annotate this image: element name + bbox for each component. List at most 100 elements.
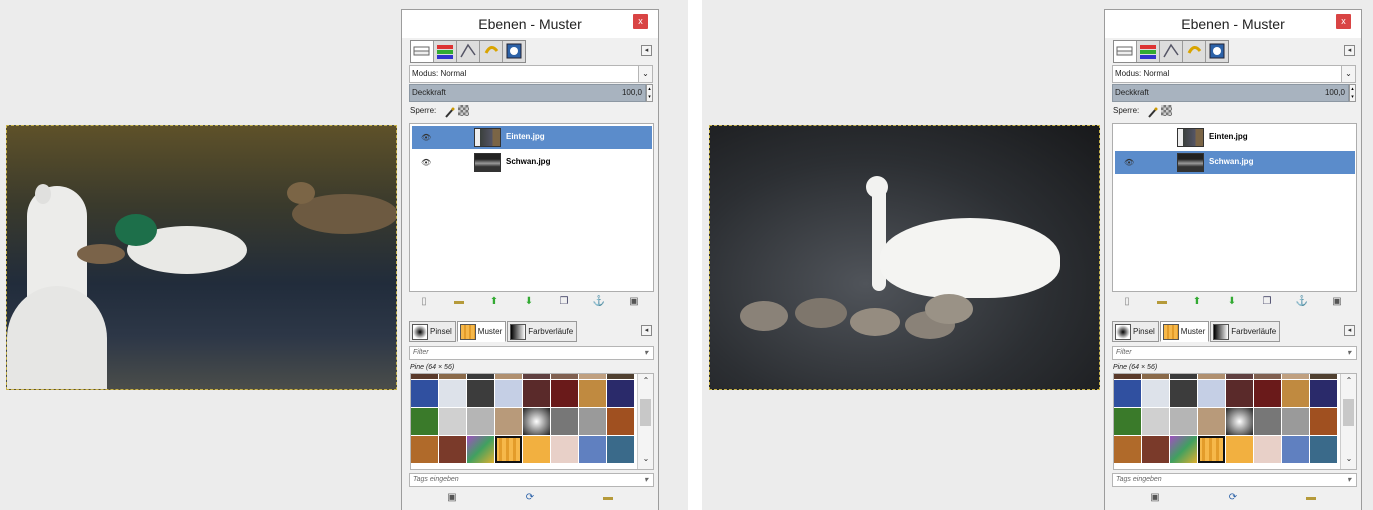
configure-tab-button[interactable]: ◂: [641, 325, 652, 336]
pattern-cell[interactable]: [1310, 380, 1337, 407]
paths-tab-icon[interactable]: [457, 41, 480, 62]
pattern-cell[interactable]: [579, 380, 606, 407]
tab-farbverlaeufe[interactable]: Farbverläufe: [1210, 321, 1281, 342]
pattern-cell[interactable]: [1170, 374, 1197, 379]
open-folder-icon[interactable]: ▬: [601, 492, 615, 504]
lock-pixels-icon[interactable]: [444, 105, 455, 118]
new-group-icon[interactable]: ▬: [1155, 296, 1169, 308]
eye-icon[interactable]: 👁: [1124, 158, 1134, 167]
anchor-icon[interactable]: ⚓: [592, 296, 606, 308]
delete-icon[interactable]: ▣: [627, 296, 641, 308]
lock-alpha-icon[interactable]: [458, 105, 469, 116]
pattern-cell[interactable]: [1142, 436, 1169, 463]
pattern-cell[interactable]: [551, 436, 578, 463]
open-folder-icon[interactable]: ▬: [1304, 492, 1318, 504]
pattern-cell[interactable]: [523, 408, 550, 435]
chevron-down-icon[interactable]: ⌄: [1341, 454, 1356, 463]
opacity-slider[interactable]: Deckkraft 100,0: [409, 84, 646, 102]
pattern-cell[interactable]: [1254, 374, 1281, 379]
pattern-cell[interactable]: [467, 408, 494, 435]
new-group-icon[interactable]: ▬: [452, 296, 466, 308]
raise-layer-icon[interactable]: ⬆: [1190, 296, 1204, 308]
pattern-cell[interactable]: [439, 436, 466, 463]
chevron-up-icon[interactable]: ⌃: [638, 376, 653, 385]
pattern-cell[interactable]: [1114, 380, 1141, 407]
pattern-cell[interactable]: [1310, 408, 1337, 435]
pattern-cell[interactable]: [1170, 408, 1197, 435]
pattern-cell[interactable]: [1282, 436, 1309, 463]
opacity-spinner[interactable]: ▴ ▾: [1349, 84, 1356, 102]
pattern-cell[interactable]: [1170, 436, 1197, 463]
pattern-cell[interactable]: [607, 436, 634, 463]
pattern-cell[interactable]: [411, 408, 438, 435]
refresh-icon[interactable]: ⟳: [523, 492, 537, 504]
tab-pinsel[interactable]: Pinsel: [1112, 321, 1159, 342]
pattern-cell[interactable]: [579, 374, 606, 379]
pattern-cell[interactable]: [523, 380, 550, 407]
canvas-image-ducks[interactable]: [6, 125, 397, 390]
duplicate-layer-icon[interactable]: ❐: [1260, 296, 1274, 308]
pattern-cell[interactable]: [607, 408, 634, 435]
pattern-cell[interactable]: [1226, 374, 1253, 379]
eye-icon[interactable]: 👁: [421, 158, 431, 167]
filter-field[interactable]: Filter ▾: [409, 346, 654, 360]
pattern-cell[interactable]: [1254, 380, 1281, 407]
tab-pinsel[interactable]: Pinsel: [409, 321, 456, 342]
pattern-cell[interactable]: [1254, 408, 1281, 435]
history-tab-icon[interactable]: [1206, 41, 1228, 62]
pattern-cell[interactable]: [1282, 380, 1309, 407]
delete-icon[interactable]: ▣: [1330, 296, 1344, 308]
pattern-cell[interactable]: [579, 408, 606, 435]
lower-layer-icon[interactable]: ⬇: [522, 296, 536, 308]
pattern-cell[interactable]: [1114, 408, 1141, 435]
pattern-cell[interactable]: [1226, 436, 1253, 463]
refresh-icon[interactable]: ⟳: [1226, 492, 1240, 504]
lower-layer-icon[interactable]: ⬇: [1225, 296, 1239, 308]
pattern-cell[interactable]: [467, 380, 494, 407]
pattern-cell[interactable]: [1254, 436, 1281, 463]
pattern-cell[interactable]: [1226, 408, 1253, 435]
layer-row[interactable]: 👁 Schwan.jpg: [412, 151, 652, 174]
raise-layer-icon[interactable]: ⬆: [487, 296, 501, 308]
configure-tab-button[interactable]: ◂: [641, 45, 652, 56]
tab-muster[interactable]: Muster: [456, 321, 507, 342]
layer-row[interactable]: Einten.jpg: [1115, 126, 1355, 149]
pattern-cell[interactable]: [551, 380, 578, 407]
pattern-scrollbar[interactable]: ⌃ ⌄: [1340, 374, 1356, 469]
undo-tab-icon[interactable]: [1183, 41, 1206, 62]
pattern-cell[interactable]: [439, 408, 466, 435]
history-tab-icon[interactable]: [503, 41, 525, 62]
layer-row[interactable]: 👁 Einten.jpg: [412, 126, 652, 149]
chevron-down-icon[interactable]: ⌄: [638, 454, 653, 463]
mode-select[interactable]: Modus: Normal ⌄: [409, 65, 653, 83]
pattern-cell[interactable]: [523, 374, 550, 379]
pattern-cell[interactable]: [467, 374, 494, 379]
pattern-cell[interactable]: [551, 374, 578, 379]
tags-field[interactable]: Tags eingeben ▾: [409, 473, 654, 487]
paths-tab-icon[interactable]: [1160, 41, 1183, 62]
pattern-cell[interactable]: [1282, 374, 1309, 379]
configure-tab-button[interactable]: ◂: [1344, 45, 1355, 56]
delete-icon[interactable]: ▣: [1148, 492, 1162, 504]
pattern-cell[interactable]: [551, 408, 578, 435]
pattern-cell[interactable]: [411, 436, 438, 463]
pattern-cell[interactable]: [411, 374, 438, 379]
duplicate-layer-icon[interactable]: ❐: [557, 296, 571, 308]
layers-tab-icon[interactable]: [1114, 41, 1137, 62]
pattern-cell[interactable]: [1142, 374, 1169, 379]
opacity-spinner[interactable]: ▴ ▾: [646, 84, 653, 102]
pattern-cell[interactable]: [1114, 374, 1141, 379]
pattern-cell-selected[interactable]: [1198, 436, 1225, 463]
pattern-cell[interactable]: [1226, 380, 1253, 407]
eye-icon[interactable]: 👁: [421, 133, 431, 142]
scrollbar-thumb[interactable]: [640, 399, 651, 426]
channels-tab-icon[interactable]: [1137, 41, 1160, 62]
lock-pixels-icon[interactable]: [1147, 105, 1158, 118]
pattern-cell[interactable]: [1142, 408, 1169, 435]
lock-alpha-icon[interactable]: [1161, 105, 1172, 116]
mode-select[interactable]: Modus: Normal ⌄: [1112, 65, 1356, 83]
new-layer-icon[interactable]: ▯: [417, 296, 431, 308]
scrollbar-thumb[interactable]: [1343, 399, 1354, 426]
tags-field[interactable]: Tags eingeben ▾: [1112, 473, 1357, 487]
pattern-cell[interactable]: [411, 380, 438, 407]
